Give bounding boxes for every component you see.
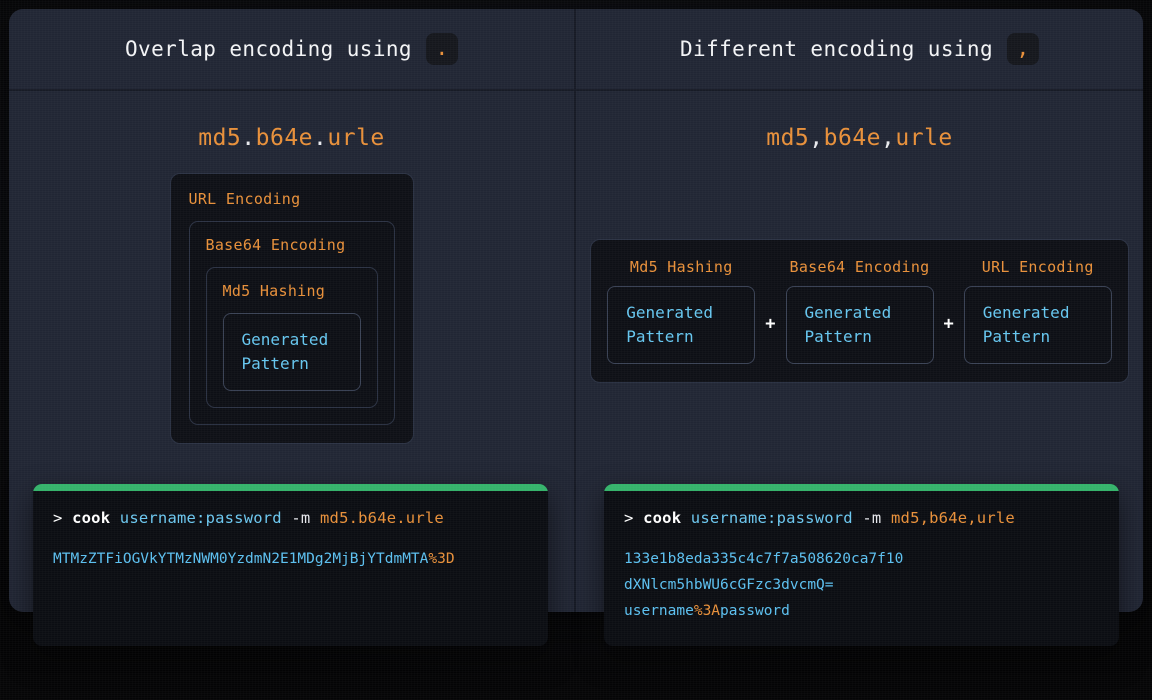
prompt-symbol: > <box>53 509 63 527</box>
nested-layer-base64-encoding-label: Base64 Encoding <box>205 236 346 254</box>
header-different: Different encoding using , <box>576 9 1143 89</box>
generated-pattern-line1: Generated <box>241 330 329 349</box>
parallel-column-base64-label: Base64 Encoding <box>789 258 930 276</box>
output-text: username <box>624 602 694 619</box>
separator-badge-dot: . <box>425 33 458 65</box>
generated-pattern-box: Generated Pattern <box>785 286 934 364</box>
card-header-row: Overlap encoding using . Different encod… <box>9 9 1143 91</box>
terminal-command-line: > cook username:password -m md5,b64e,url… <box>624 509 1099 527</box>
terminal-row: > cook username:password -m md5.b64e.url… <box>0 484 1152 647</box>
generated-pattern-line1: Generated <box>626 303 713 322</box>
generated-pattern-line2: Pattern <box>804 327 872 346</box>
parallel-column-base64: Base64 Encoding Generated Pattern <box>785 258 934 364</box>
output-text: MTMzZTFiOGVkYTMzNWM0YzdmN2E1MDg2MjBjYTdm… <box>53 551 429 567</box>
nested-layer-md5-hashing: Md5 Hashing Generated Pattern <box>205 267 378 408</box>
header-overlap-text: Overlap encoding using <box>125 37 412 61</box>
nested-layer-url-encoding: URL Encoding Base64 Encoding Md5 Hashing… <box>169 173 414 444</box>
command-chain: md5,b64e,urle <box>891 509 1015 527</box>
command-argument: username:password <box>119 509 282 527</box>
generated-pattern-box: Generated Pattern <box>222 313 361 391</box>
command-flag: -m <box>291 509 311 527</box>
generated-pattern-box: Generated Pattern <box>963 286 1112 364</box>
command-chain: md5.b64e.urle <box>320 509 444 527</box>
plus-operator-icon: + <box>765 314 776 334</box>
terminal-output-line: dXNlcm5hbWU6cGFzc3dvcmQ= <box>624 573 1099 599</box>
terminal-titlebar <box>33 484 548 491</box>
generated-pattern-line2: Pattern <box>626 327 694 346</box>
parallel-column-md5-label: Md5 Hashing <box>629 258 733 276</box>
terminal-titlebar <box>604 484 1119 491</box>
generated-pattern-line1: Generated <box>982 303 1070 322</box>
command-binary: cook <box>72 509 111 527</box>
recipe-part-b64e: b64e <box>823 125 882 151</box>
recipe-part-b64e: b64e <box>255 125 314 151</box>
parallel-column-url-label: URL Encoding <box>981 258 1094 276</box>
terminal-output-line: username%3Apassword <box>624 599 1099 625</box>
recipe-overlap: md5.b64e.urle <box>198 125 385 151</box>
recipe-part-md5: md5 <box>198 125 242 151</box>
output-text: dXNlcm5hbWU6cGFzc3dvcmQ= <box>624 576 834 593</box>
recipe-part-md5: md5 <box>766 125 810 151</box>
plus-operator-icon: + <box>943 314 954 334</box>
recipe-part-urle: urle <box>327 125 385 151</box>
recipe-separator: , <box>881 125 896 151</box>
command-argument: username:password <box>690 509 853 527</box>
terminal-content: > cook username:password -m md5.b64e.url… <box>33 491 548 595</box>
parallel-column-md5: Md5 Hashing Generated Pattern <box>607 258 756 364</box>
recipe-separator: , <box>809 125 824 151</box>
nested-layer-url-encoding-label: URL Encoding <box>188 190 301 208</box>
nested-layer-md5-hashing-label: Md5 Hashing <box>222 282 326 300</box>
nested-diagram-wrapper: URL Encoding Base64 Encoding Md5 Hashing… <box>9 173 574 444</box>
command-flag: -m <box>862 509 882 527</box>
recipe-different: md5,b64e,urle <box>766 125 953 151</box>
recipe-separator: . <box>313 125 328 151</box>
terminal-output-line: MTMzZTFiOGVkYTMzNWM0YzdmN2E1MDg2MjBjYTdm… <box>53 547 528 573</box>
terminal-output-line: 133e1b8eda335c4c7f7a508620ca7f10 <box>624 547 1099 573</box>
output-tail: password <box>720 602 790 619</box>
terminal-overlap: > cook username:password -m md5.b64e.url… <box>33 484 548 647</box>
terminal-output: 133e1b8eda335c4c7f7a508620ca7f10 dXNlcm5… <box>624 547 1099 624</box>
terminal-different: > cook username:password -m md5,b64e,url… <box>604 484 1119 647</box>
nested-layer-base64-encoding: Base64 Encoding Md5 Hashing Generated Pa… <box>188 221 395 425</box>
parallel-diagram: Md5 Hashing Generated Pattern + Base64 E… <box>590 239 1129 383</box>
parallel-column-url: URL Encoding Generated Pattern <box>963 258 1112 364</box>
output-text: 133e1b8eda335c4c7f7a508620ca7f10 <box>624 551 904 567</box>
generated-pattern-line1: Generated <box>804 303 892 322</box>
page-root: Overlap encoding using . Different encod… <box>0 0 1152 700</box>
generated-pattern-line2: Pattern <box>241 354 309 373</box>
terminal-output: MTMzZTFiOGVkYTMzNWM0YzdmN2E1MDg2MjBjYTdm… <box>53 547 528 573</box>
header-different-text: Different encoding using <box>679 37 994 61</box>
prompt-symbol: > <box>624 509 634 527</box>
recipe-part-urle: urle <box>895 125 953 151</box>
recipe-separator: . <box>241 125 256 151</box>
command-binary: cook <box>643 509 682 527</box>
generated-pattern-line2: Pattern <box>982 327 1051 346</box>
header-overlap: Overlap encoding using . <box>9 9 576 89</box>
generated-pattern-box: Generated Pattern <box>607 286 756 364</box>
output-escape: %3A <box>693 602 721 619</box>
separator-badge-comma: , <box>1007 33 1040 65</box>
terminal-content: > cook username:password -m md5,b64e,url… <box>604 491 1119 646</box>
terminal-command-line: > cook username:password -m md5.b64e.url… <box>53 509 528 527</box>
output-escape: %3D <box>428 551 455 567</box>
